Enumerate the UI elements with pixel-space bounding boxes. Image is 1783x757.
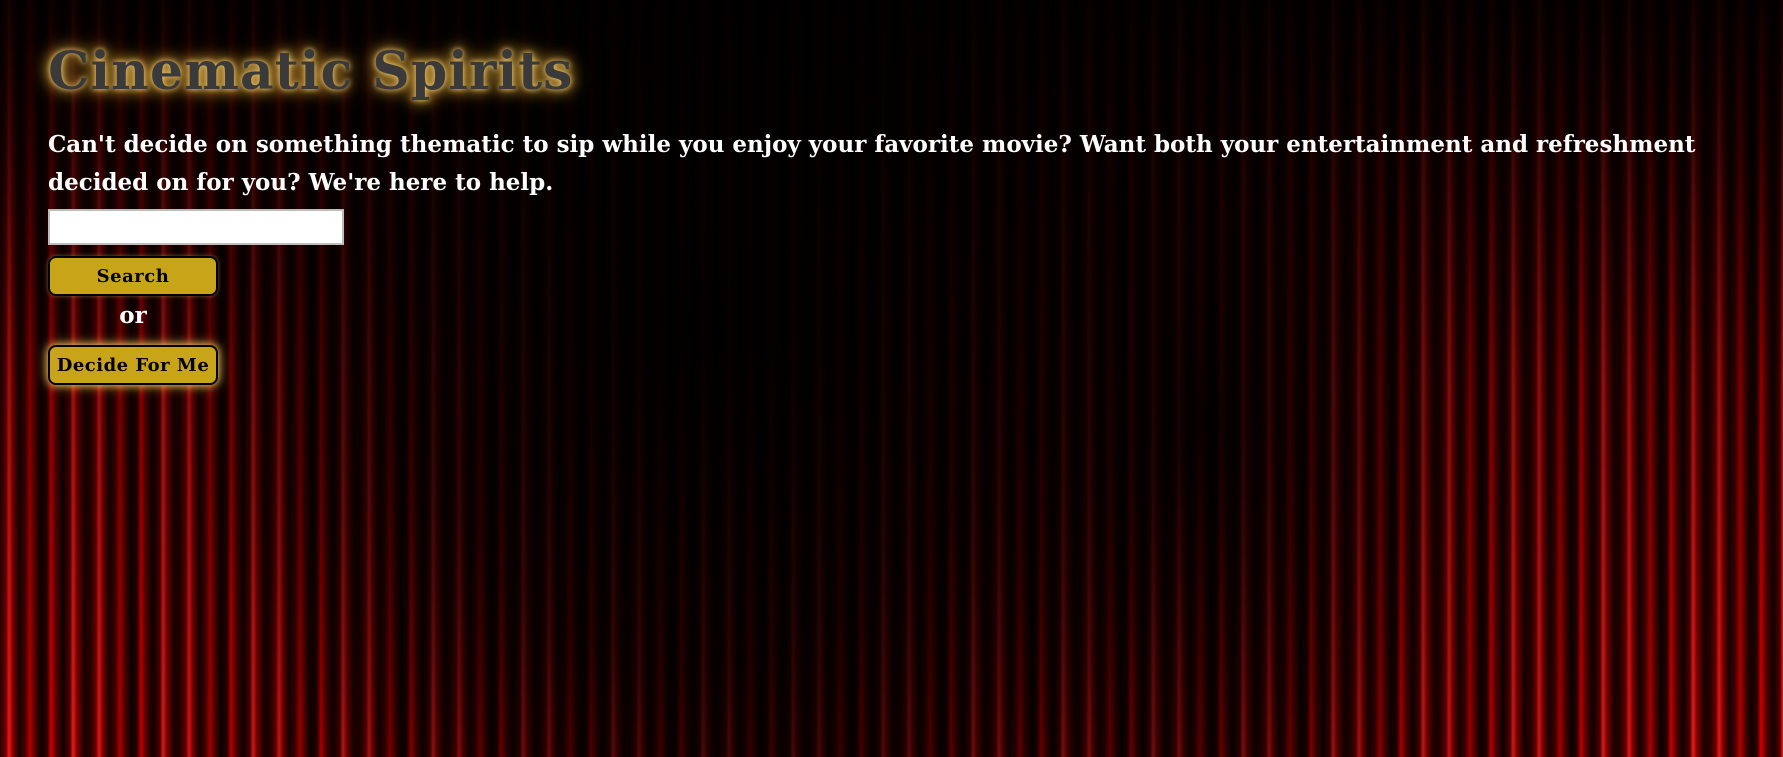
search-input[interactable]	[48, 209, 344, 245]
page-title: Cinematic Spirits	[48, 41, 574, 102]
decide-for-me-button[interactable]: Decide For Me	[48, 345, 218, 385]
intro-text: Can't decide on something thematic to si…	[48, 131, 1696, 196]
main-content: Cinematic Spirits Can't decide on someth…	[48, 36, 1768, 385]
search-button[interactable]: Search	[48, 256, 218, 296]
or-separator: or	[119, 302, 147, 329]
